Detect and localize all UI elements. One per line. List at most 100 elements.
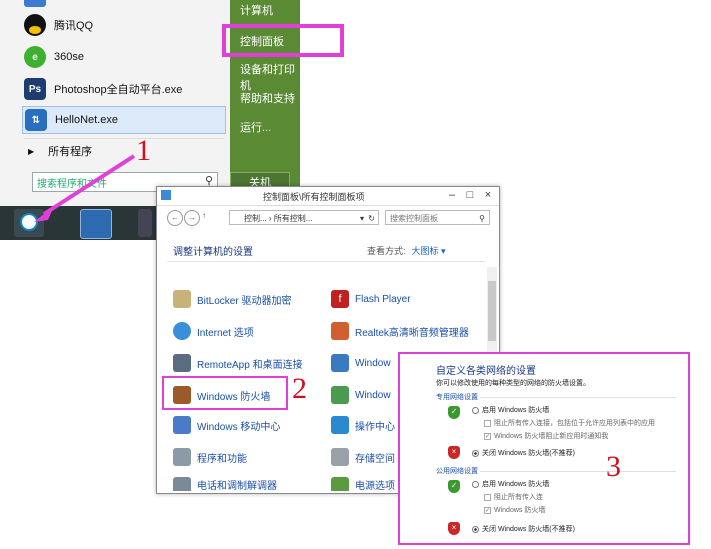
address-bar[interactable]: 控制... › 所有控制... ▾ ↻ bbox=[229, 210, 379, 225]
public-notify-checkbox[interactable]: ✓ Windows 防火墙 bbox=[484, 505, 545, 515]
radio-button[interactable] bbox=[472, 406, 479, 414]
radio-button[interactable] bbox=[472, 525, 479, 533]
navigation-bar: ← → ↑ 控制... › 所有控制... ▾ ↻ 搜索控制面板 ⚲ bbox=[157, 207, 499, 229]
address-text: 控制... › 所有控制... bbox=[244, 214, 313, 223]
firewall-title: 自定义各类网络的设置 bbox=[436, 366, 536, 377]
highlight-control-panel bbox=[222, 24, 344, 57]
start-right-run[interactable]: 运行... bbox=[240, 119, 271, 135]
start-menu-item-label: 360se bbox=[54, 51, 84, 63]
radio-button[interactable] bbox=[472, 480, 479, 488]
green-shield-icon: ✓ bbox=[448, 480, 460, 493]
speaker-icon bbox=[331, 322, 349, 340]
public-network-header: 公用网络设置 bbox=[436, 468, 478, 475]
cp-item-flash-player[interactable]: f Flash Player bbox=[331, 289, 411, 309]
green-shield-icon: ✓ bbox=[448, 406, 460, 419]
control-panel-icon bbox=[161, 190, 171, 200]
checkbox[interactable]: ✓ bbox=[484, 506, 491, 514]
cp-item-label: Flash Player bbox=[355, 293, 411, 305]
red-shield-icon: × bbox=[448, 446, 460, 459]
cp-item-realtek[interactable]: Realtek高清晰音频管理器 bbox=[331, 321, 469, 341]
chevron-down-icon[interactable]: ▾ bbox=[360, 211, 364, 226]
option-label: 启用 Windows 防火墙 bbox=[482, 407, 550, 414]
refresh-icon[interactable]: ↻ bbox=[368, 211, 375, 226]
maximize-button[interactable]: □ bbox=[461, 187, 479, 203]
cp-item-programs-features[interactable]: 程序和功能 bbox=[173, 447, 247, 467]
cp-item-storage-spaces[interactable]: 存储空间 bbox=[331, 447, 395, 467]
divider bbox=[167, 261, 485, 262]
start-menu-item-hellonet[interactable]: ⇅ HelloNet.exe bbox=[22, 106, 226, 134]
view-by-dropdown[interactable]: 大图标 ▾ bbox=[412, 246, 446, 256]
highlight-windows-firewall bbox=[162, 376, 288, 410]
start-right-computer[interactable]: 计算机 bbox=[240, 2, 273, 18]
cp-item-label: Window bbox=[355, 357, 391, 369]
option-label: 启用 Windows 防火墙 bbox=[482, 481, 550, 488]
cp-item-label: BitLocker 驱动器加密 bbox=[197, 295, 292, 307]
close-button[interactable]: × bbox=[479, 187, 497, 203]
public-enable-radio[interactable]: 启用 Windows 防火墙 bbox=[472, 479, 549, 489]
hellonet-icon: ⇅ bbox=[25, 109, 47, 131]
step-number-3: 3 bbox=[606, 450, 621, 483]
radio-button[interactable] bbox=[472, 449, 479, 457]
taskbar-app-button[interactable] bbox=[138, 209, 152, 237]
cp-item-phone-modem[interactable]: 电话和调制解调器 bbox=[173, 477, 277, 491]
storage-icon bbox=[331, 448, 349, 466]
firewall-settings-panel: 自定义各类网络的设置 你可以修改使用的每种类型的网络的防火墙设置。 专用网络设置… bbox=[398, 352, 690, 545]
scrollbar-thumb[interactable] bbox=[488, 281, 496, 341]
app-icon bbox=[24, 0, 46, 7]
up-arrow-icon[interactable]: ↑ bbox=[202, 211, 206, 220]
cp-item-windows-defender[interactable]: Window bbox=[331, 385, 391, 405]
cp-item-internet-options[interactable]: Internet 选项 bbox=[173, 321, 254, 341]
cp-item-bitlocker[interactable]: BitLocker 驱动器加密 bbox=[173, 289, 291, 309]
cp-item-label: 电源选项 bbox=[355, 481, 395, 491]
page-title: 调整计算机的设置 bbox=[173, 247, 253, 258]
cp-item-label: 操作中心 bbox=[355, 421, 395, 433]
view-by[interactable]: 查看方式: 大图标 ▾ bbox=[367, 244, 446, 257]
start-menu-item-partial[interactable] bbox=[24, 0, 46, 8]
start-menu-item-360se[interactable]: e 360se bbox=[24, 44, 84, 70]
option-label: Windows 防火墙阻止新应用时通知我 bbox=[494, 433, 609, 440]
checkbox[interactable]: ✓ bbox=[484, 432, 491, 440]
control-panel-search-input[interactable]: 搜索控制面板 ⚲ bbox=[385, 210, 490, 225]
back-icon[interactable]: ← bbox=[167, 210, 183, 226]
phone-modem-icon bbox=[173, 477, 191, 491]
option-label: Windows 防火墙 bbox=[494, 507, 546, 514]
search-icon: ⚲ bbox=[479, 214, 485, 223]
start-menu-item-photoshop[interactable]: Ps Photoshop全自动平台.exe bbox=[24, 76, 182, 102]
step-number-2: 2 bbox=[292, 372, 307, 405]
windows-update-icon bbox=[331, 354, 349, 372]
forward-icon[interactable]: → bbox=[184, 210, 200, 226]
step-number-1: 1 bbox=[136, 134, 151, 167]
cp-item-power-options[interactable]: 电源选项 bbox=[331, 477, 395, 491]
cp-item-label: Realtek高清晰音频管理器 bbox=[355, 327, 469, 339]
cp-item-label: Windows 移动中心 bbox=[197, 421, 281, 433]
cp-item-label: 电话和调制解调器 bbox=[197, 481, 277, 491]
bitlocker-key-icon bbox=[173, 290, 191, 308]
start-right-help-support[interactable]: 帮助和支持 bbox=[240, 90, 295, 106]
private-notify-checkbox[interactable]: ✓ Windows 防火墙阻止新应用时通知我 bbox=[484, 431, 608, 441]
private-network-header: 专用网络设置 bbox=[436, 394, 478, 401]
cp-item-remoteapp[interactable]: RemoteApp 和桌面连接 bbox=[173, 353, 303, 373]
option-label: 关闭 Windows 防火墙(不推荐) bbox=[482, 450, 575, 457]
checkbox[interactable] bbox=[484, 493, 491, 501]
cp-item-mobility-center[interactable]: Windows 移动中心 bbox=[173, 415, 280, 435]
red-shield-icon: × bbox=[448, 522, 460, 535]
cp-item-windows-update[interactable]: Window bbox=[331, 353, 391, 373]
public-block-all-checkbox[interactable]: 阻止所有传入连 bbox=[484, 492, 543, 502]
mobility-center-icon bbox=[173, 416, 191, 434]
public-disable-radio[interactable]: 关闭 Windows 防火墙(不推荐) bbox=[472, 524, 575, 534]
private-enable-radio[interactable]: 启用 Windows 防火墙 bbox=[472, 405, 549, 415]
private-block-all-checkbox[interactable]: 阻止所有传入连接，包括位于允许应用列表中的应用 bbox=[484, 418, 655, 428]
private-disable-radio[interactable]: 关闭 Windows 防火墙(不推荐) bbox=[472, 448, 575, 458]
cp-item-action-center[interactable]: 操作中心 bbox=[331, 415, 395, 435]
power-icon bbox=[331, 477, 349, 491]
divider bbox=[480, 397, 676, 398]
minimize-button[interactable]: – bbox=[443, 187, 461, 203]
option-label: 阻止所有传入连 bbox=[494, 494, 543, 501]
cp-item-label: RemoteApp 和桌面连接 bbox=[197, 359, 303, 371]
start-right-devices-printers[interactable]: 设备和打印机 bbox=[240, 61, 300, 93]
firewall-description: 你可以修改使用的每种类型的网络的防火墙设置。 bbox=[436, 380, 590, 387]
start-menu-item-qq[interactable]: 腾讯QQ bbox=[24, 12, 93, 38]
option-label: 阻止所有传入连接，包括位于允许应用列表中的应用 bbox=[494, 420, 655, 427]
start-menu-item-label: 腾讯QQ bbox=[54, 20, 94, 32]
checkbox[interactable] bbox=[484, 419, 491, 427]
